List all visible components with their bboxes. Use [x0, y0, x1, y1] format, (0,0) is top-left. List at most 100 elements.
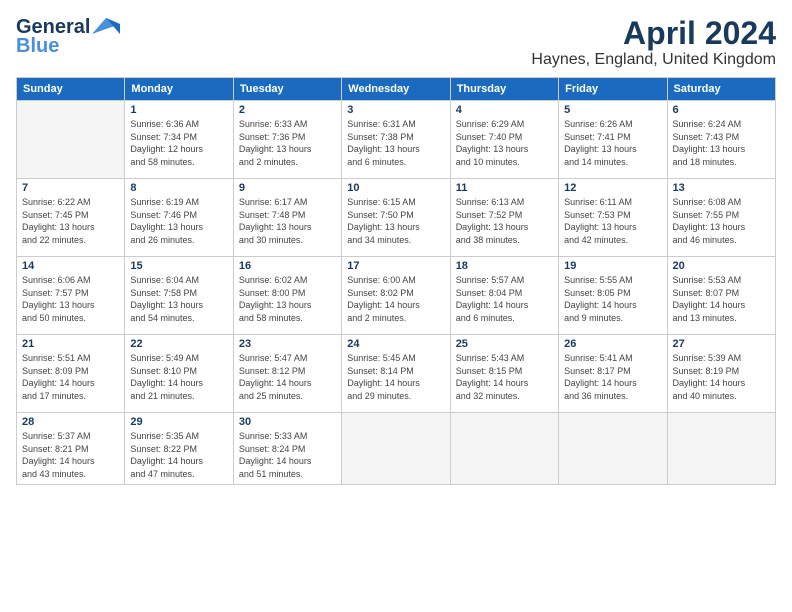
day-info: Sunrise: 5:33 AM Sunset: 8:24 PM Dayligh… — [239, 430, 336, 480]
calendar-cell: 12 Sunrise: 6:11 AM Sunset: 7:53 PM Dayli… — [559, 179, 667, 257]
day-headers: SundayMondayTuesdayWednesdayThursdayFrid… — [17, 78, 776, 101]
calendar-body: 1 Sunrise: 6:36 AM Sunset: 7:34 PM Daylig… — [17, 101, 776, 484]
day-number: 23 — [239, 338, 336, 350]
day-header-tuesday: Tuesday — [233, 78, 341, 101]
day-info: Sunrise: 6:29 AM Sunset: 7:40 PM Dayligh… — [456, 118, 553, 168]
week-row-1: 1 Sunrise: 6:36 AM Sunset: 7:34 PM Daylig… — [17, 101, 776, 179]
day-number: 11 — [456, 182, 553, 194]
day-info: Sunrise: 6:02 AM Sunset: 8:00 PM Dayligh… — [239, 274, 336, 324]
week-row-4: 21 Sunrise: 5:51 AM Sunset: 8:09 PM Dayli… — [17, 335, 776, 413]
day-info: Sunrise: 6:33 AM Sunset: 7:36 PM Dayligh… — [239, 118, 336, 168]
calendar-cell: 25Sunrise: 5:43 AM Sunset: 8:15 PM Dayli… — [450, 335, 558, 413]
day-header-wednesday: Wednesday — [342, 78, 450, 101]
calendar-cell: 4 Sunrise: 6:29 AM Sunset: 7:40 PM Daylig… — [450, 101, 558, 179]
day-number: 4 — [456, 104, 553, 116]
day-number: 18 — [456, 260, 553, 272]
calendar-cell: 21 Sunrise: 5:51 AM Sunset: 8:09 PM Dayli… — [17, 335, 125, 413]
calendar-cell: 9 Sunrise: 6:17 AM Sunset: 7:48 PM Daylig… — [233, 179, 341, 257]
day-number: 17 — [347, 260, 444, 272]
calendar-cell: 26 Sunrise: 5:41 AM Sunset: 8:17 PM Dayli… — [559, 335, 667, 413]
day-header-sunday: Sunday — [17, 78, 125, 101]
calendar-cell: 10Sunrise: 6:15 AM Sunset: 7:50 PM Dayli… — [342, 179, 450, 257]
logo: General Blue — [16, 16, 120, 58]
day-number: 12 — [564, 182, 661, 194]
day-info: Sunrise: 6:17 AM Sunset: 7:48 PM Dayligh… — [239, 196, 336, 246]
day-header-friday: Friday — [559, 78, 667, 101]
day-info: Sunrise: 6:13 AM Sunset: 7:52 PM Dayligh… — [456, 196, 553, 246]
calendar-cell: 28 Sunrise: 5:37 AM Sunset: 8:21 PM Dayli… — [17, 413, 125, 484]
day-number: 15 — [130, 260, 227, 272]
day-info: Sunrise: 5:35 AM Sunset: 8:22 PM Dayligh… — [130, 430, 227, 480]
calendar-cell: 19 Sunrise: 5:55 AM Sunset: 8:05 PM Dayli… — [559, 257, 667, 335]
day-info: Sunrise: 5:41 AM Sunset: 8:17 PM Dayligh… — [564, 352, 661, 402]
day-info: Sunrise: 6:36 AM Sunset: 7:34 PM Dayligh… — [130, 118, 227, 168]
calendar-subtitle: Haynes, England, United Kingdom — [531, 51, 776, 69]
logo-icon — [92, 16, 120, 36]
day-number: 13 — [673, 182, 770, 194]
week-row-3: 14Sunrise: 6:06 AM Sunset: 7:57 PM Dayli… — [17, 257, 776, 335]
calendar-cell: 29 Sunrise: 5:35 AM Sunset: 8:22 PM Dayli… — [125, 413, 233, 484]
calendar-cell: 30 Sunrise: 5:33 AM Sunset: 8:24 PM Dayli… — [233, 413, 341, 484]
day-number: 21 — [22, 338, 119, 350]
calendar-cell: 15 Sunrise: 6:04 AM Sunset: 7:58 PM Dayli… — [125, 257, 233, 335]
calendar-cell: 3 Sunrise: 6:31 AM Sunset: 7:38 PM Daylig… — [342, 101, 450, 179]
calendar-cell: 16 Sunrise: 6:02 AM Sunset: 8:00 PM Dayli… — [233, 257, 341, 335]
calendar-cell — [17, 101, 125, 179]
calendar-cell: 1 Sunrise: 6:36 AM Sunset: 7:34 PM Daylig… — [125, 101, 233, 179]
day-info: Sunrise: 5:51 AM Sunset: 8:09 PM Dayligh… — [22, 352, 119, 402]
calendar-cell: 23 Sunrise: 5:47 AM Sunset: 8:12 PM Dayli… — [233, 335, 341, 413]
calendar-cell: 2 Sunrise: 6:33 AM Sunset: 7:36 PM Daylig… — [233, 101, 341, 179]
day-info: Sunrise: 5:53 AM Sunset: 8:07 PM Dayligh… — [673, 274, 770, 324]
calendar-cell — [667, 413, 775, 484]
calendar-table: SundayMondayTuesdayWednesdayThursdayFrid… — [16, 77, 776, 484]
logo-blue: Blue — [16, 35, 59, 58]
day-number: 28 — [22, 416, 119, 428]
day-number: 29 — [130, 416, 227, 428]
week-row-2: 7Sunrise: 6:22 AM Sunset: 7:45 PM Daylig… — [17, 179, 776, 257]
day-number: 8 — [130, 182, 227, 194]
day-info: Sunrise: 5:47 AM Sunset: 8:12 PM Dayligh… — [239, 352, 336, 402]
title-block: April 2024 Haynes, England, United Kingd… — [531, 16, 776, 69]
day-info: Sunrise: 5:39 AM Sunset: 8:19 PM Dayligh… — [673, 352, 770, 402]
day-number: 7 — [22, 182, 119, 194]
day-header-thursday: Thursday — [450, 78, 558, 101]
day-number: 26 — [564, 338, 661, 350]
day-info: Sunrise: 6:31 AM Sunset: 7:38 PM Dayligh… — [347, 118, 444, 168]
calendar-cell: 17 Sunrise: 6:00 AM Sunset: 8:02 PM Dayli… — [342, 257, 450, 335]
calendar-cell: 8Sunrise: 6:19 AM Sunset: 7:46 PM Daylig… — [125, 179, 233, 257]
day-info: Sunrise: 5:45 AM Sunset: 8:14 PM Dayligh… — [347, 352, 444, 402]
calendar-cell: 7Sunrise: 6:22 AM Sunset: 7:45 PM Daylig… — [17, 179, 125, 257]
calendar-cell: 14Sunrise: 6:06 AM Sunset: 7:57 PM Dayli… — [17, 257, 125, 335]
day-number: 30 — [239, 416, 336, 428]
day-info: Sunrise: 5:55 AM Sunset: 8:05 PM Dayligh… — [564, 274, 661, 324]
day-info: Sunrise: 6:04 AM Sunset: 7:58 PM Dayligh… — [130, 274, 227, 324]
calendar-cell — [342, 413, 450, 484]
day-number: 6 — [673, 104, 770, 116]
calendar-cell: 20 Sunrise: 5:53 AM Sunset: 8:07 PM Dayli… — [667, 257, 775, 335]
calendar-cell: 18Sunrise: 5:57 AM Sunset: 8:04 PM Dayli… — [450, 257, 558, 335]
calendar-cell: 27 Sunrise: 5:39 AM Sunset: 8:19 PM Dayli… — [667, 335, 775, 413]
calendar-title: April 2024 — [531, 16, 776, 51]
day-number: 2 — [239, 104, 336, 116]
day-number: 1 — [130, 104, 227, 116]
day-number: 27 — [673, 338, 770, 350]
day-number: 9 — [239, 182, 336, 194]
day-number: 22 — [130, 338, 227, 350]
calendar-cell: 24 Sunrise: 5:45 AM Sunset: 8:14 PM Dayli… — [342, 335, 450, 413]
day-number: 16 — [239, 260, 336, 272]
day-number: 14 — [22, 260, 119, 272]
calendar-cell — [559, 413, 667, 484]
day-info: Sunrise: 6:24 AM Sunset: 7:43 PM Dayligh… — [673, 118, 770, 168]
day-info: Sunrise: 5:37 AM Sunset: 8:21 PM Dayligh… — [22, 430, 119, 480]
page: General Blue April 2024 Haynes, England,… — [0, 0, 792, 612]
day-number: 24 — [347, 338, 444, 350]
day-number: 20 — [673, 260, 770, 272]
day-number: 19 — [564, 260, 661, 272]
day-info: Sunrise: 6:11 AM Sunset: 7:53 PM Dayligh… — [564, 196, 661, 246]
week-row-5: 28 Sunrise: 5:37 AM Sunset: 8:21 PM Dayli… — [17, 413, 776, 484]
calendar-cell: 22Sunrise: 5:49 AM Sunset: 8:10 PM Dayli… — [125, 335, 233, 413]
day-info: Sunrise: 6:00 AM Sunset: 8:02 PM Dayligh… — [347, 274, 444, 324]
calendar-cell: 11 Sunrise: 6:13 AM Sunset: 7:52 PM Dayli… — [450, 179, 558, 257]
calendar-cell — [450, 413, 558, 484]
day-number: 3 — [347, 104, 444, 116]
